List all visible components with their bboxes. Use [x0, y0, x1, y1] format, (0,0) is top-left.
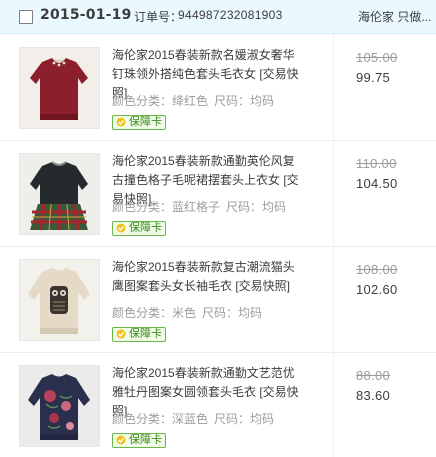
guarantee-card-badge[interactable]: 保障卡: [112, 433, 166, 448]
color-value: 米色: [172, 306, 197, 320]
product-attributes: 颜色分类：深蓝色 尺码：均码: [112, 410, 274, 427]
current-price: 104.50: [356, 176, 398, 191]
size-label: 尺码：: [202, 306, 239, 320]
product-attributes: 颜色分类：蓝红格子 尺码：均码: [112, 198, 286, 215]
shield-icon: [116, 117, 126, 126]
guarantee-card-label: 保障卡: [129, 434, 162, 446]
current-price: 83.60: [356, 388, 391, 403]
order-number-label: 订单号：: [134, 10, 183, 24]
shop-name-link[interactable]: 海伦家 只做...: [358, 8, 431, 25]
size-value: 均码: [250, 412, 275, 426]
size-label: 尺码：: [226, 200, 263, 214]
order-item: 海伦家2015春装新款复古潮流猫头鹰图案套头女长袖毛衣 [交易快照] 颜色分类：…: [0, 247, 436, 353]
original-price: 88.00: [356, 368, 391, 383]
color-label: 颜色分类：: [112, 306, 173, 320]
product-thumbnail[interactable]: [19, 259, 100, 341]
product-thumbnail[interactable]: [19, 365, 100, 447]
size-label: 尺码：: [214, 412, 251, 426]
original-price: 105.00: [356, 50, 398, 65]
peony-sweater-image: [20, 366, 99, 446]
guarantee-card-label: 保障卡: [129, 116, 162, 128]
order-item: 海伦家2015春装新款通勤文艺范优雅牡丹图案女圆领套头毛衣 [交易快照] 颜色分…: [0, 353, 436, 457]
order-item: 海伦家2015春装新款名媛淑女奢华钉珠领外搭纯色套头毛衣女 [交易快照] 颜色分…: [0, 35, 436, 141]
owl-sweater-image: [20, 260, 99, 340]
size-value: 均码: [262, 200, 287, 214]
product-thumbnail[interactable]: [19, 153, 100, 235]
product-attributes: 颜色分类：绛红色 尺码：均码: [112, 92, 274, 109]
color-label: 颜色分类：: [112, 200, 173, 214]
color-value: 深蓝色: [172, 412, 209, 426]
plaid-top-image: [20, 154, 99, 234]
order-number: 944987232081903: [178, 8, 283, 22]
size-value: 均码: [250, 94, 275, 108]
guarantee-card-badge[interactable]: 保障卡: [112, 221, 166, 236]
guarantee-card-label: 保障卡: [129, 222, 162, 234]
current-price: 99.75: [356, 70, 391, 85]
order-date: 2015-01-19: [40, 7, 132, 23]
original-price: 108.00: [356, 262, 398, 277]
color-label: 颜色分类：: [112, 412, 173, 426]
order-item: 海伦家2015春装新款通勤英伦风复古撞色格子毛呢裙摆套头上衣女 [交易快照] 颜…: [0, 141, 436, 247]
guarantee-card-badge[interactable]: 保障卡: [112, 327, 166, 342]
color-value: 绛红色: [172, 94, 209, 108]
guarantee-card-badge[interactable]: 保障卡: [112, 115, 166, 130]
guarantee-card-label: 保障卡: [129, 328, 162, 340]
shield-icon: [116, 435, 126, 444]
product-title-link[interactable]: 海伦家2015春装新款复古潮流猫头鹰图案套头女长袖毛衣 [交易快照]: [112, 258, 302, 296]
current-price: 102.60: [356, 282, 398, 297]
size-value: 均码: [238, 306, 263, 320]
product-attributes: 颜色分类：米色 尺码：均码: [112, 304, 262, 321]
order-select-checkbox[interactable]: [19, 10, 33, 24]
shield-icon: [116, 329, 126, 338]
red-sweater-image: [20, 48, 99, 128]
color-label: 颜色分类：: [112, 94, 173, 108]
shield-icon: [116, 223, 126, 232]
color-value: 蓝红格子: [172, 200, 221, 214]
order-header: 2015-01-19 订单号： 944987232081903 海伦家 只做..…: [0, 0, 436, 34]
original-price: 110.00: [356, 156, 397, 171]
size-label: 尺码：: [214, 94, 251, 108]
product-thumbnail[interactable]: [19, 47, 100, 129]
